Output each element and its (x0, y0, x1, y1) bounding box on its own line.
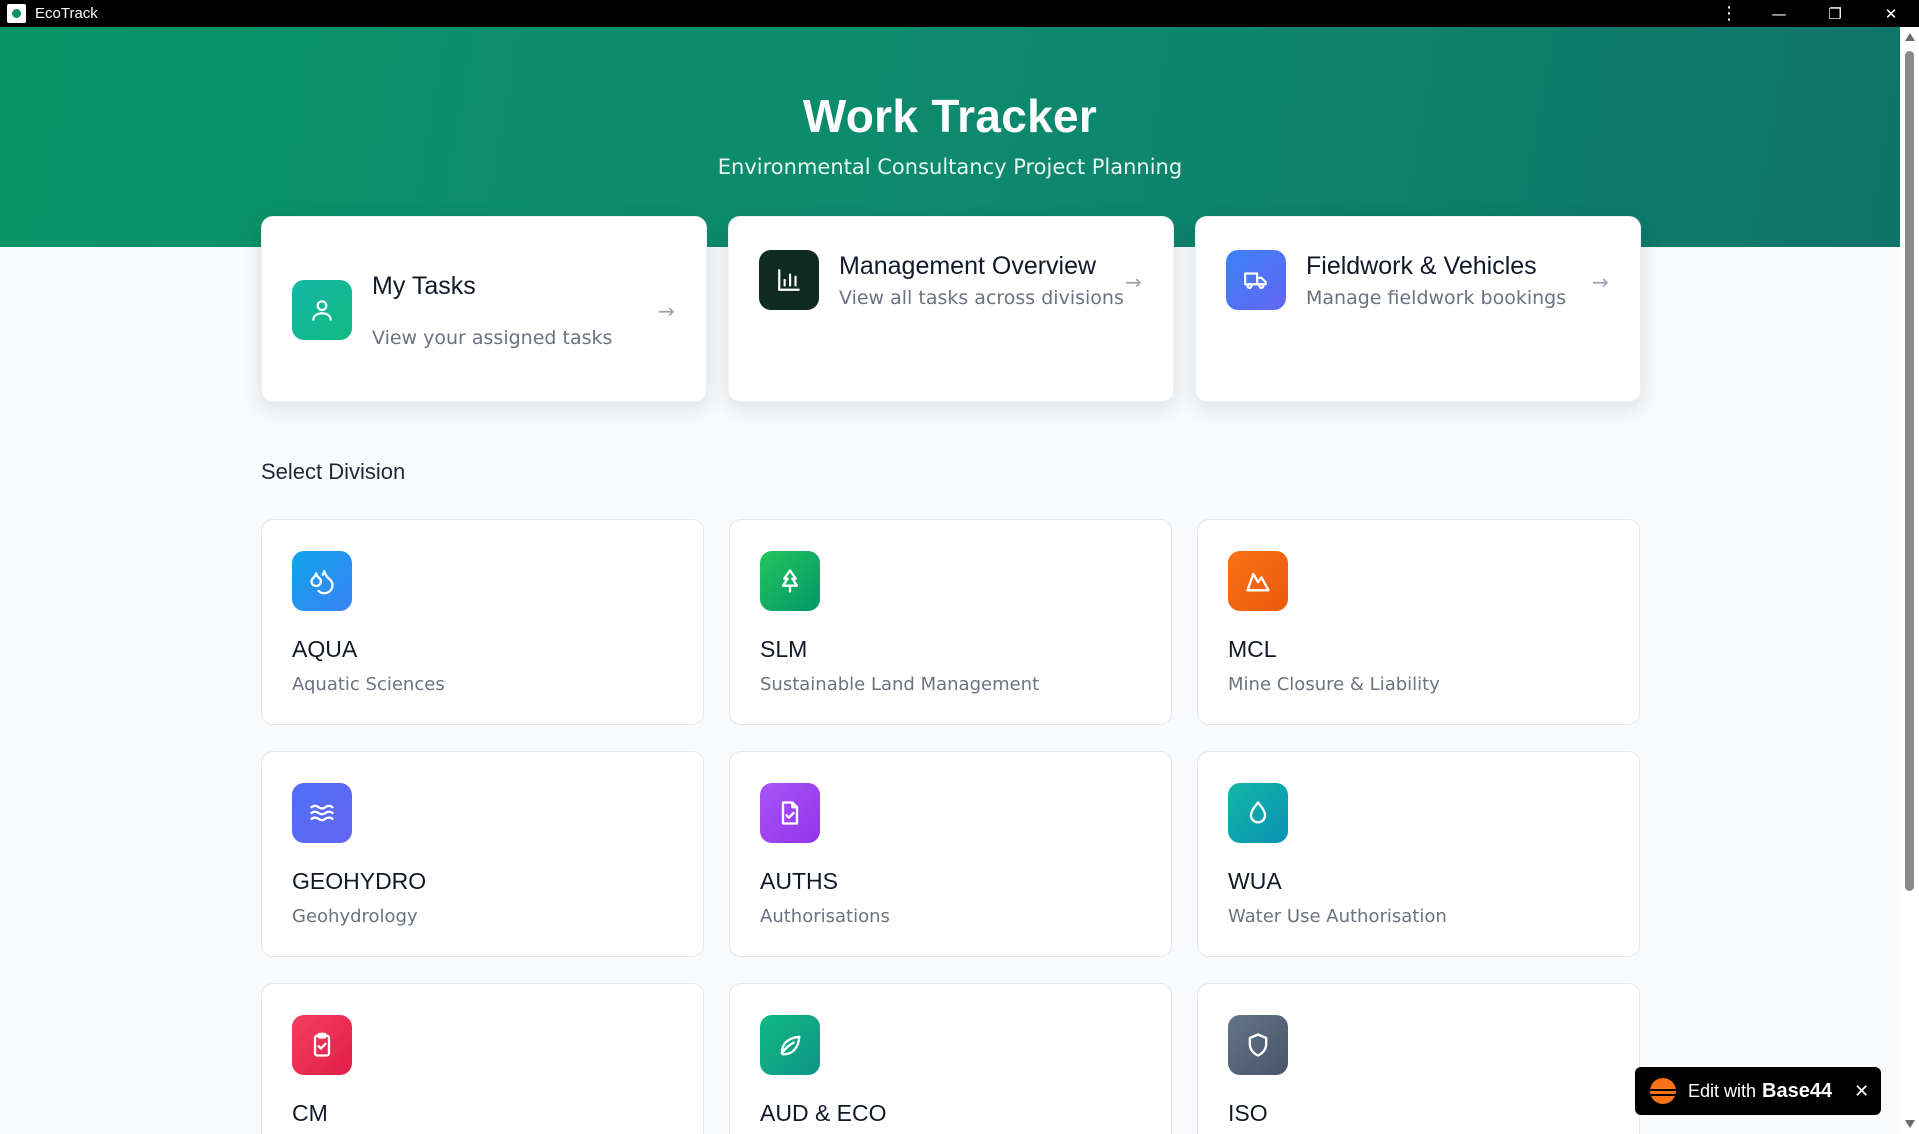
shield-icon (1228, 1015, 1288, 1075)
arrow-right-icon: → (1592, 270, 1609, 294)
minimize-button[interactable]: — (1751, 0, 1807, 27)
division-card-cm[interactable]: CM (261, 983, 704, 1134)
division-code: CM (292, 1100, 328, 1126)
division-code: AUTHS (760, 868, 838, 894)
app-viewport: Work Tracker Environmental Consultancy P… (0, 27, 1900, 1134)
division-name: Mine Closure & Liability (1228, 674, 1440, 695)
truck-icon (1226, 250, 1286, 310)
division-code: GEOHYDRO (292, 868, 427, 894)
division-card-iso[interactable]: ISO (1197, 983, 1640, 1134)
window-titlebar: EcoTrack ⋮ — ❐ ✕ (0, 0, 1919, 27)
arrow-right-icon: → (658, 299, 675, 323)
fieldwork-vehicles-description: Manage fieldwork bookings (1306, 287, 1567, 309)
waves-icon (292, 783, 352, 843)
division-card-auths[interactable]: AUTHS Authorisations (729, 751, 1172, 957)
leaf-icon (760, 1015, 820, 1075)
file-check-icon (760, 783, 820, 843)
management-overview-description: View all tasks across divisions (839, 287, 1124, 309)
close-button[interactable]: ✕ (1863, 0, 1919, 27)
mountain-icon (1228, 551, 1288, 611)
clipboard-check-icon (292, 1015, 352, 1075)
droplets-icon (292, 551, 352, 611)
division-code: SLM (760, 636, 808, 662)
vertical-scrollbar[interactable] (1900, 27, 1919, 1134)
section-title: Select Division (261, 459, 406, 484)
page-title: Work Tracker (802, 90, 1098, 142)
division-card-geohydro[interactable]: GEOHYDRO Geohydrology (261, 751, 704, 957)
badge-brand: Base44 (1762, 1079, 1833, 1102)
management-overview-title: Management Overview (839, 252, 1097, 280)
division-name: Aquatic Sciences (292, 674, 445, 695)
division-name: Sustainable Land Management (760, 674, 1040, 695)
division-name: Water Use Authorisation (1228, 906, 1447, 927)
scroll-up-icon[interactable] (1905, 33, 1915, 41)
division-name: Geohydrology (292, 906, 418, 927)
fieldwork-vehicles-title: Fieldwork & Vehicles (1306, 252, 1537, 280)
my-tasks-description: View your assigned tasks (372, 327, 613, 349)
my-tasks-title: My Tasks (372, 272, 476, 300)
maximize-button[interactable]: ❐ (1807, 0, 1863, 27)
badge-close-icon[interactable]: ✕ (1854, 1081, 1869, 1102)
my-tasks-card[interactable]: My Tasks View your assigned tasks → (261, 216, 707, 402)
scrollbar-thumb[interactable] (1905, 51, 1914, 891)
management-overview-card[interactable]: Management Overview View all tasks acros… (728, 216, 1174, 402)
division-card-wua[interactable]: WUA Water Use Authorisation (1197, 751, 1640, 957)
division-card-slm[interactable]: SLM Sustainable Land Management (729, 519, 1172, 725)
tree-icon (760, 551, 820, 611)
division-code: MCL (1228, 636, 1277, 662)
edit-with-base44-badge[interactable]: Edit with Base44 ✕ (1635, 1067, 1881, 1115)
division-code: AQUA (292, 636, 358, 662)
window-controls: ⋮ — ❐ ✕ (1707, 0, 1919, 27)
hero-banner: Work Tracker Environmental Consultancy P… (0, 27, 1900, 247)
scroll-down-icon[interactable] (1905, 1120, 1915, 1128)
arrow-right-icon: → (1125, 270, 1142, 294)
division-name: Authorisations (760, 906, 890, 927)
division-card-aud-eco[interactable]: AUD & ECO (729, 983, 1172, 1134)
division-code: WUA (1228, 868, 1282, 894)
base44-logo-icon (1650, 1078, 1676, 1104)
droplet-icon (1228, 783, 1288, 843)
app-logo-icon (7, 4, 26, 23)
fieldwork-vehicles-card[interactable]: Fieldwork & Vehicles Manage fieldwork bo… (1195, 216, 1641, 402)
user-icon (292, 280, 352, 340)
badge-label: Edit with (1688, 1080, 1757, 1101)
bar-chart-icon (759, 250, 819, 310)
window-title: EcoTrack (35, 5, 98, 22)
division-code: ISO (1228, 1100, 1268, 1126)
division-card-aqua[interactable]: AQUA Aquatic Sciences (261, 519, 704, 725)
division-card-mcl[interactable]: MCL Mine Closure & Liability (1197, 519, 1640, 725)
more-menu-icon[interactable]: ⋮ (1707, 0, 1751, 27)
division-code: AUD & ECO (760, 1100, 887, 1126)
page-subtitle: Environmental Consultancy Project Planni… (717, 155, 1183, 179)
